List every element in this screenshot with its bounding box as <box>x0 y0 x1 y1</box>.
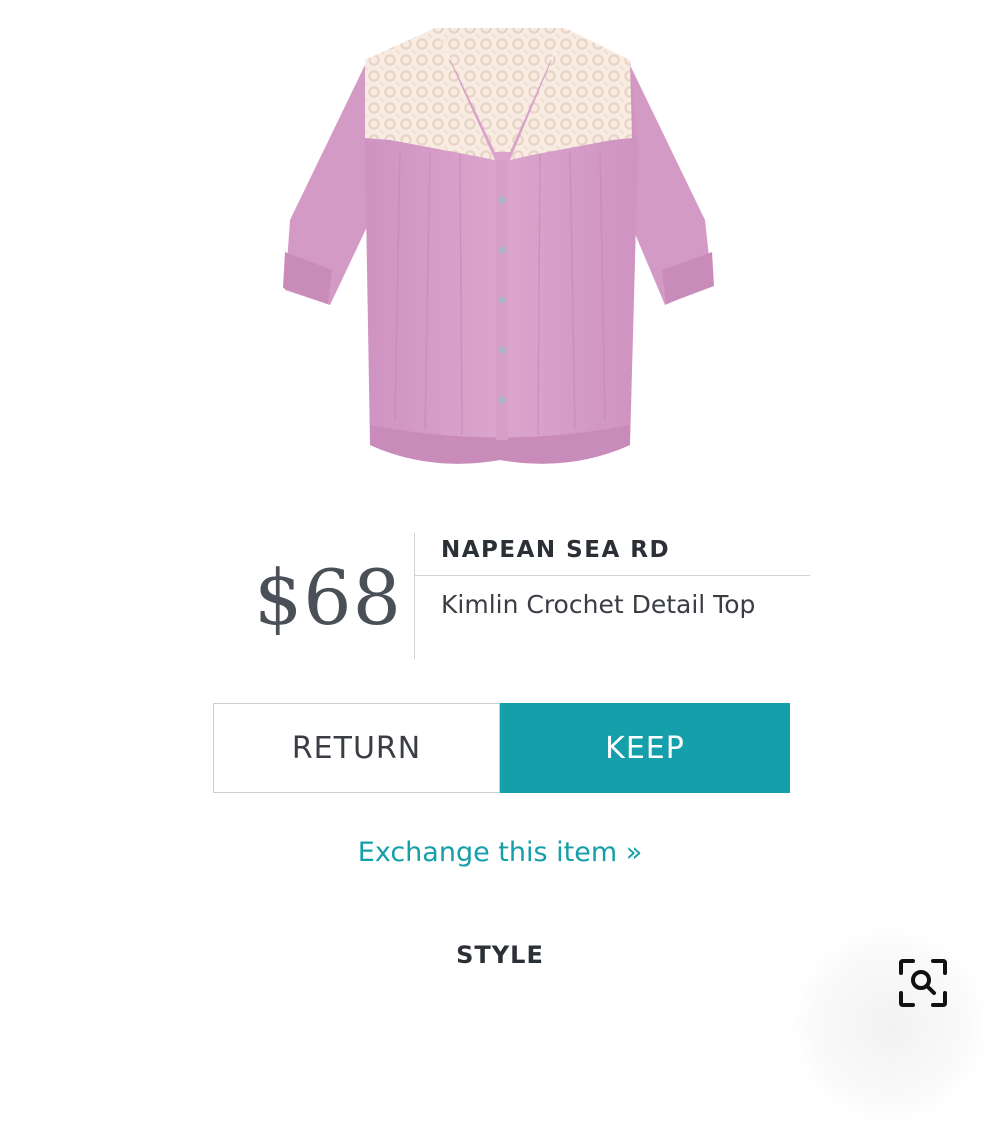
zoom-search-icon <box>899 959 947 1007</box>
zoom-button-shadow <box>790 925 990 1125</box>
price: $68 <box>253 553 402 642</box>
product-image <box>283 28 714 464</box>
keep-button[interactable]: KEEP <box>500 703 790 793</box>
keep-button-label: KEEP <box>605 730 685 766</box>
return-button[interactable]: RETURN <box>213 703 500 793</box>
exchange-item-link[interactable]: Exchange this item » <box>0 833 1000 873</box>
return-button-label: RETURN <box>291 730 422 766</box>
brand-name: NAPEAN SEA RD <box>441 537 671 563</box>
product-name: Kimlin Crochet Detail Top <box>441 590 756 619</box>
price-divider <box>414 533 415 659</box>
zoom-button[interactable] <box>893 953 953 1013</box>
title-divider <box>415 575 810 576</box>
